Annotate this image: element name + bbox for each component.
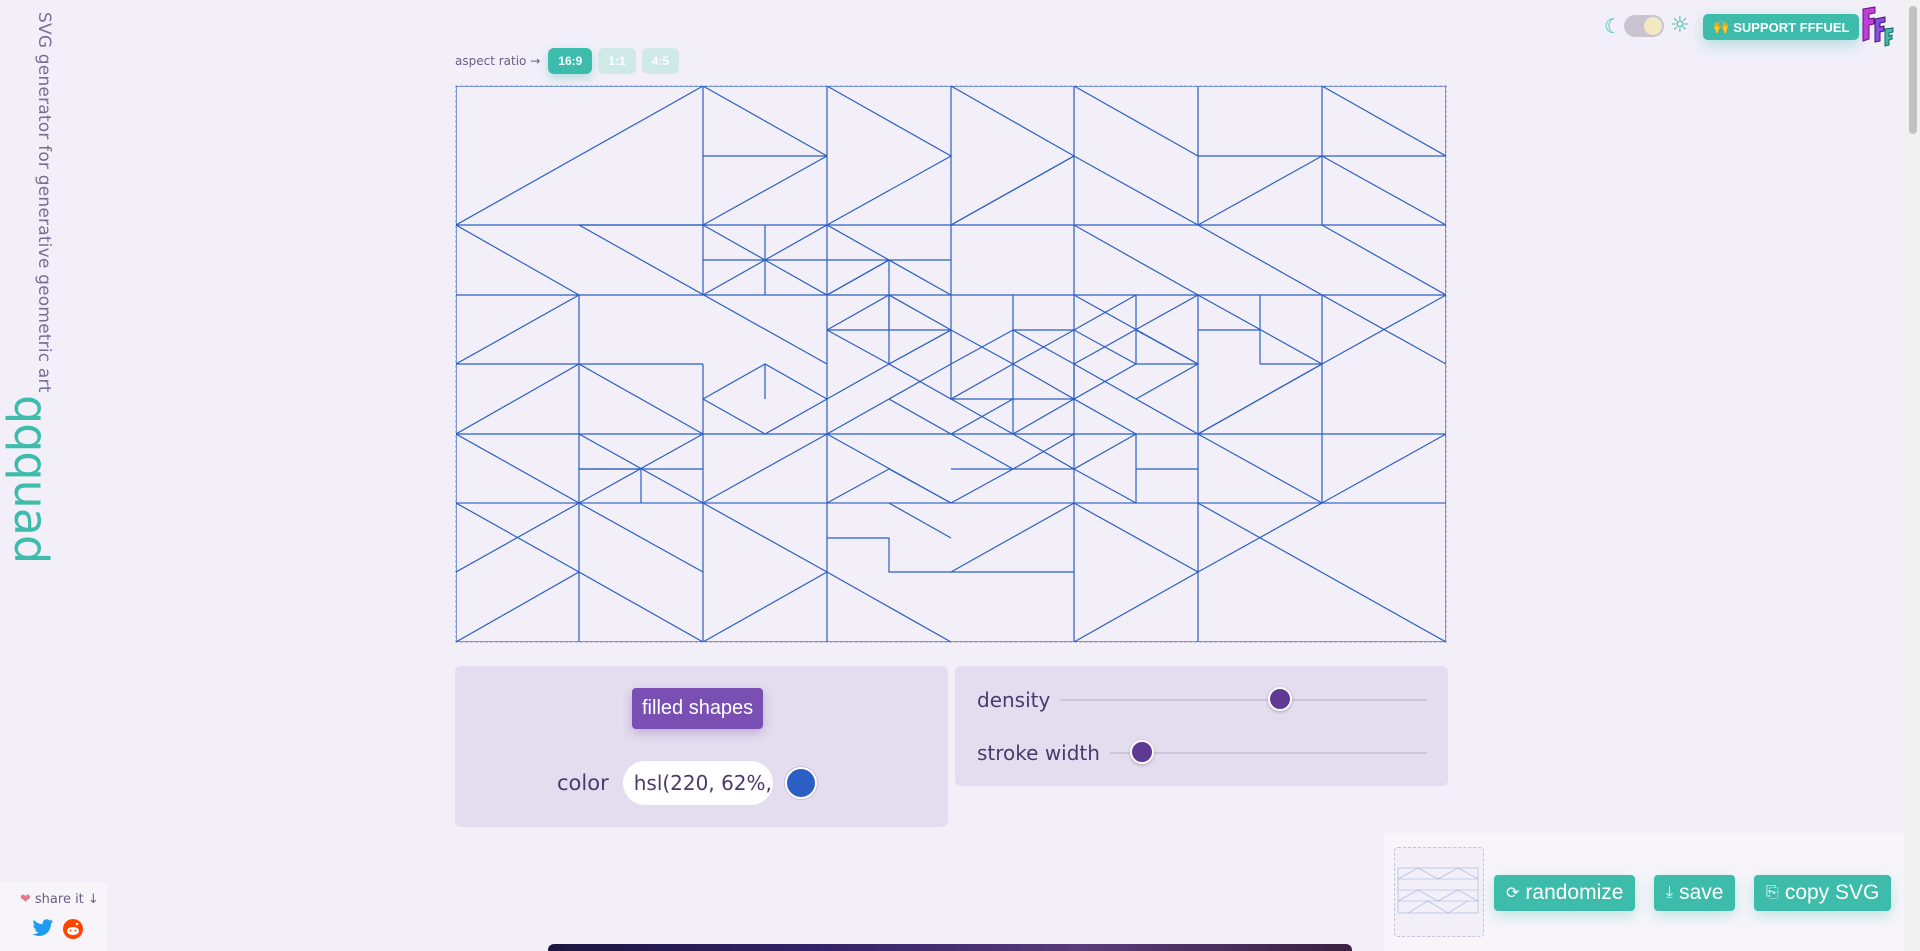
randomize-label: randomize <box>1525 881 1624 904</box>
copy-svg-button[interactable]: ⎘ copy SVG <box>1754 875 1892 911</box>
density-slider-thumb[interactable] <box>1268 687 1293 711</box>
density-control: density <box>977 687 1427 712</box>
share-label: share it ↓ <box>34 892 99 907</box>
support-label: SUPPORT FFFUEL <box>1733 19 1850 35</box>
fill-color-panel: filled shapes color hsl(220, 62%, 45%) <box>455 666 948 827</box>
refresh-icon: ⟳ <box>1506 885 1520 902</box>
sun-icon: ☼ <box>1670 13 1690 38</box>
aspect-16-9-button[interactable]: 16:9 <box>548 48 593 74</box>
theme-toggle-knob <box>1644 17 1662 35</box>
twitter-icon[interactable] <box>32 918 54 938</box>
share-icons <box>32 918 84 940</box>
download-icon: ⤓ <box>1666 884 1674 901</box>
art-thumbnail[interactable] <box>1394 847 1484 937</box>
share-label-row: ❤ share it ↓ <box>20 892 99 907</box>
stroke-width-label: stroke width <box>977 741 1100 765</box>
randomize-button[interactable]: ⟳ randomize <box>1494 875 1636 911</box>
color-label: color <box>557 771 609 795</box>
side-title: qqquad SVG generator for generative geom… <box>4 12 58 563</box>
aspect-ratio-label: aspect ratio → <box>455 54 541 68</box>
color-swatch[interactable] <box>784 767 817 799</box>
thumbnail-svg <box>1397 867 1479 914</box>
page-scrollbar[interactable] <box>1906 0 1920 951</box>
copy-label: copy SVG <box>1784 881 1880 904</box>
aspect-ratio-selector: aspect ratio → 16:9 1:1 4:5 <box>455 48 679 74</box>
share-widget: ❤ share it ↓ <box>0 882 107 951</box>
sliders-panel: density stroke width <box>955 666 1448 786</box>
generated-art-canvas <box>455 85 1447 643</box>
scrollbar-thumb[interactable] <box>1909 6 1917 134</box>
app-tagline: SVG generator for generative geometric a… <box>34 12 54 393</box>
art-svg <box>456 86 1446 642</box>
filled-shapes-button[interactable]: filled shapes <box>632 688 764 729</box>
color-control: color hsl(220, 62%, 45%) <box>557 761 817 805</box>
color-input[interactable]: hsl(220, 62%, 45%) <box>622 761 773 805</box>
clipboard-icon: ⎘ <box>1766 884 1779 901</box>
raised-hands-icon: 🙌 <box>1713 19 1730 34</box>
support-fffuel-button[interactable]: 🙌 SUPPORT FFFUEL <box>1703 14 1860 40</box>
app-logo[interactable]: qqquad <box>4 395 58 563</box>
bottom-banner <box>548 944 1352 951</box>
save-label: save <box>1679 881 1724 904</box>
moon-icon: ☾ <box>1604 14 1622 38</box>
stroke-width-control: stroke width <box>977 740 1427 765</box>
aspect-1-1-button[interactable]: 1:1 <box>598 48 636 74</box>
heart-icon: ❤ <box>20 892 31 907</box>
density-slider[interactable] <box>1060 687 1427 711</box>
theme-toggle[interactable] <box>1624 15 1664 37</box>
action-bar: ⟳ randomize ⤓ save ⎘ copy SVG <box>1384 833 1904 951</box>
save-button[interactable]: ⤓ save <box>1654 875 1736 911</box>
stroke-width-slider-thumb[interactable] <box>1129 740 1154 764</box>
density-label: density <box>977 688 1051 712</box>
fffuel-logo-icon[interactable] <box>1857 5 1897 47</box>
reddit-icon[interactable] <box>62 918 84 940</box>
stroke-width-slider[interactable] <box>1109 740 1427 764</box>
aspect-4-5-button[interactable]: 4:5 <box>641 48 679 74</box>
